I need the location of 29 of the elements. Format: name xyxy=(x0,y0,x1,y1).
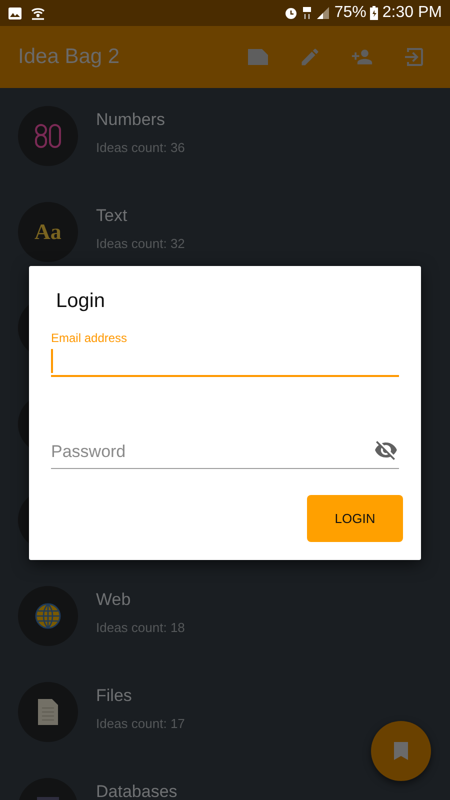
battery-percentage: 75% xyxy=(334,4,366,22)
dialog-title: Login xyxy=(56,290,105,313)
hotspot-icon xyxy=(30,6,46,20)
category-title: Numbers xyxy=(96,110,166,130)
login-button[interactable]: LOGIN xyxy=(307,494,403,542)
globe-icon xyxy=(35,603,61,629)
clock: 2:30 PM xyxy=(382,4,442,22)
category-title: Text xyxy=(96,206,128,226)
text-cursor xyxy=(51,348,53,372)
numbers-icon xyxy=(34,123,62,149)
label-icon xyxy=(246,47,270,67)
ideas-count: Ideas count: 18 xyxy=(96,620,185,635)
alarm-icon xyxy=(284,6,298,20)
category-title: Web xyxy=(96,590,132,610)
image-icon xyxy=(8,6,22,20)
file-icon xyxy=(37,698,59,726)
ideas-count: Ideas count: 32 xyxy=(96,236,185,251)
signal-icon xyxy=(316,6,330,20)
battery-icon xyxy=(370,6,378,20)
app-title: Idea Bag 2 xyxy=(18,45,120,69)
bookmark-icon xyxy=(393,741,409,761)
ideas-count: Ideas count: 36 xyxy=(96,140,185,155)
category-title: Files xyxy=(96,686,133,706)
field-label: Email address xyxy=(51,331,128,345)
mobile-data-icon xyxy=(302,6,312,20)
ideas-count: Ideas count: 17 xyxy=(96,716,185,731)
letters-icon: Aa xyxy=(34,219,62,245)
category-title: Databases xyxy=(96,782,178,800)
edit-icon xyxy=(299,46,321,68)
